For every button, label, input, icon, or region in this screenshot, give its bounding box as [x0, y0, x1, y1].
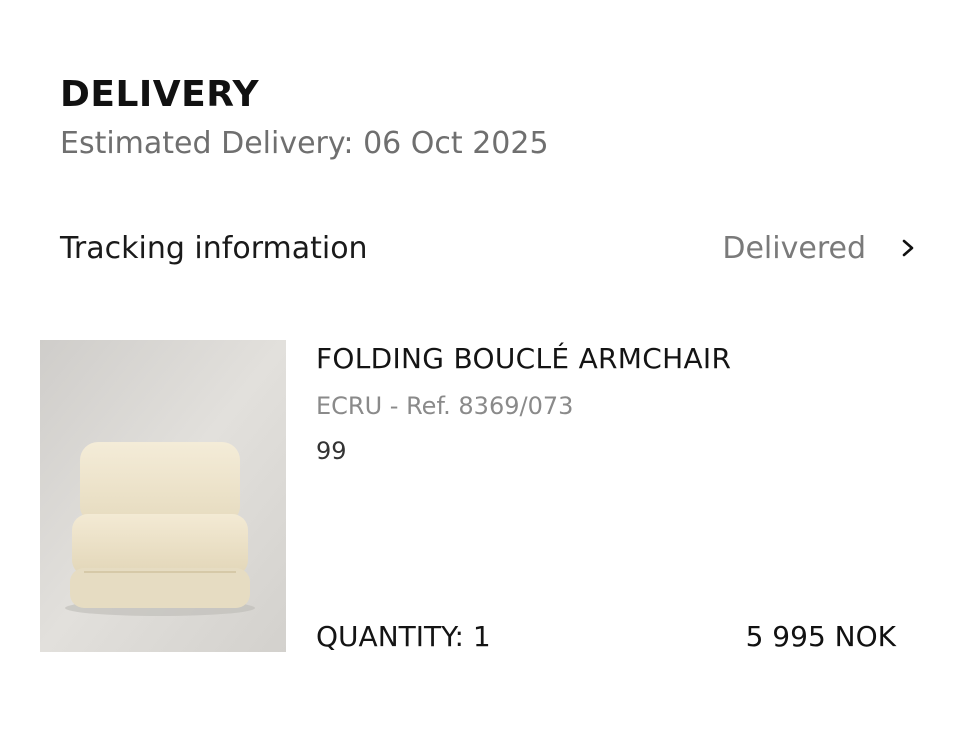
order-delivery-page: DELIVERY Estimated Delivery: 06 Oct 2025… [0, 0, 960, 750]
product-size-code: 99 [316, 437, 347, 465]
tracking-information-row[interactable]: Tracking information Delivered [60, 220, 920, 276]
delivery-heading: DELIVERY [60, 74, 260, 115]
tracking-status: Delivered [722, 230, 866, 266]
tracking-information-label: Tracking information [60, 230, 368, 266]
armchair-image [40, 340, 286, 652]
product-price: 5 995 NOK [745, 620, 896, 653]
product-image[interactable] [40, 340, 286, 652]
product-quantity: QUANTITY: 1 [316, 620, 491, 653]
chevron-right-icon [896, 236, 920, 260]
estimated-delivery-text: Estimated Delivery: 06 Oct 2025 [60, 126, 549, 161]
product-name[interactable]: FOLDING BOUCLÉ ARMCHAIR [316, 342, 731, 375]
product-variant: ECRU - Ref. 8369/073 [316, 392, 574, 420]
